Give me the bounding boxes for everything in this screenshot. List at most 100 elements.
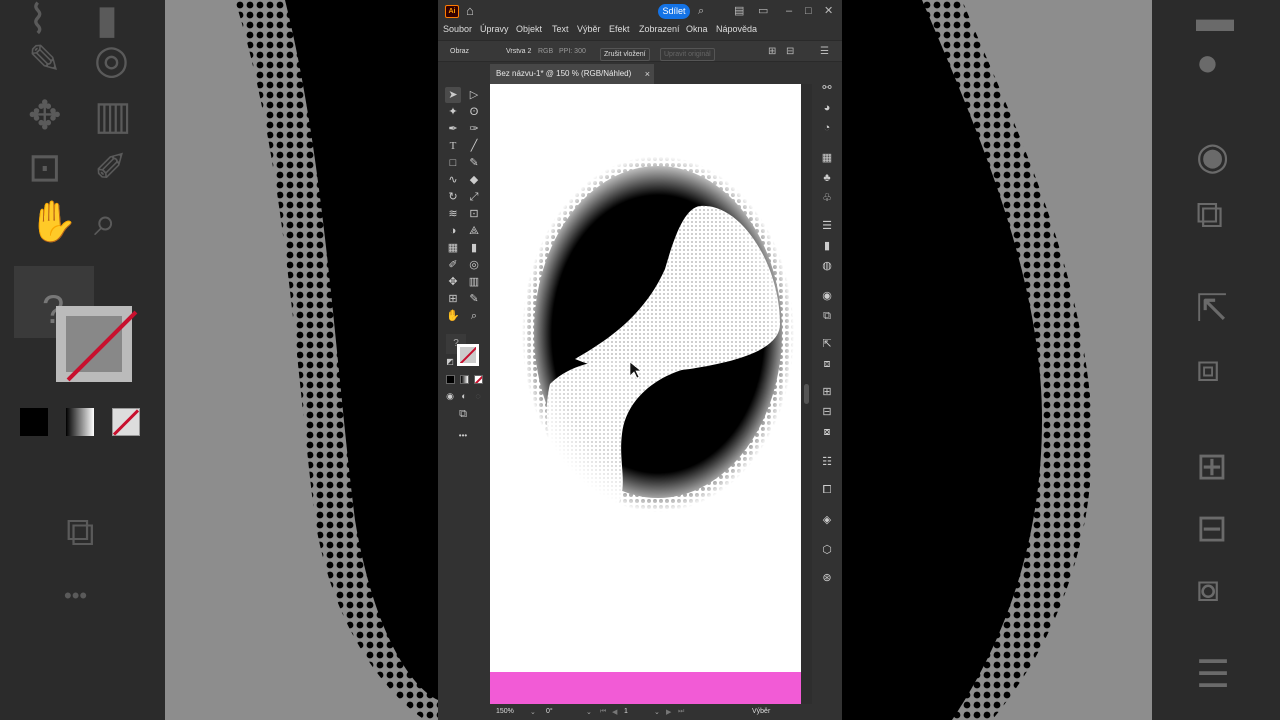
transform-panel-icon[interactable]: ⊞: [819, 384, 835, 400]
stroke-panel-icon[interactable]: ☰: [819, 218, 835, 234]
close-tab-icon[interactable]: ×: [645, 64, 650, 84]
last-artboard-icon[interactable]: ⏭: [678, 708, 684, 716]
selection-tool-icon[interactable]: ➤: [445, 87, 461, 103]
hand-tool-icon[interactable]: ✋: [445, 308, 461, 324]
rotation-dropdown-icon[interactable]: ⌄: [586, 708, 592, 716]
symbols-panel-icon[interactable]: ♧: [819, 190, 835, 206]
shaper-icon[interactable]: ∿: [445, 172, 461, 188]
arrange-icon[interactable]: ⊞: [768, 46, 776, 57]
color-mode-swatch[interactable]: [446, 375, 455, 384]
arrange-documents-icon[interactable]: ▤: [734, 4, 744, 18]
align-panel-icon[interactable]: ⊟: [819, 404, 835, 420]
shape-builder-icon[interactable]: ◑: [445, 223, 461, 239]
perspective-grid-icon[interactable]: ⟁: [466, 223, 482, 239]
pathfinder-panel-icon[interactable]: ⧇: [819, 424, 835, 440]
close-icon[interactable]: ✕: [824, 4, 833, 18]
direct-selection-tool-icon[interactable]: ▷: [466, 87, 482, 103]
eyedropper-icon[interactable]: ✐: [445, 257, 461, 273]
prev-artboard-icon[interactable]: ◀: [612, 708, 617, 716]
search-icon[interactable]: ⌕: [698, 4, 704, 18]
color-guide-icon[interactable]: ◔: [819, 120, 835, 136]
draw-inside-icon[interactable]: ◌: [470, 388, 486, 404]
layers-panel-icon[interactable]: ◈: [819, 512, 835, 528]
menu-select[interactable]: Výběr: [577, 24, 601, 34]
pink-artboard-strip[interactable]: [490, 672, 801, 704]
mesh-icon[interactable]: ▦: [445, 240, 461, 256]
maximize-icon[interactable]: □: [805, 4, 812, 18]
menu-edit[interactable]: Úpravy: [480, 24, 509, 34]
rotation-value[interactable]: 0°: [546, 708, 553, 715]
menu-file[interactable]: Soubor: [443, 24, 472, 34]
warp-icon[interactable]: ≋: [445, 206, 461, 222]
graphic-styles-icon[interactable]: ⧉: [819, 308, 835, 324]
scale-icon[interactable]: ⤢: [466, 189, 482, 205]
share-button[interactable]: Sdílet: [658, 4, 690, 19]
menu-effect[interactable]: Efekt: [609, 24, 630, 34]
next-artboard-icon[interactable]: ▶: [666, 708, 671, 716]
first-artboard-icon[interactable]: ⏮: [600, 708, 606, 716]
zoom-dropdown-icon[interactable]: ⌄: [530, 708, 536, 716]
bg-stroke-swatch: [56, 306, 138, 382]
3d-panel-icon[interactable]: ⬡: [819, 542, 835, 558]
menu-type[interactable]: Text: [552, 24, 569, 34]
menu-window[interactable]: Okna: [686, 24, 708, 34]
vertical-scrollbar[interactable]: [801, 84, 812, 704]
gradient-tool-icon[interactable]: ▮: [466, 240, 482, 256]
properties-panel-icon[interactable]: ☷: [819, 454, 835, 470]
edit-original-button[interactable]: Upravit originál: [660, 48, 715, 61]
artboards-panel-icon[interactable]: ⧈: [819, 356, 835, 372]
artboard-dropdown-icon[interactable]: ⌄: [654, 708, 660, 716]
blend-icon[interactable]: ◎: [466, 257, 482, 273]
slice-icon[interactable]: ✎: [466, 291, 482, 307]
bg-pathfinder2-icon: ⧇: [1196, 568, 1221, 610]
align-icon[interactable]: ⊟: [786, 46, 794, 57]
eraser-icon[interactable]: ◆: [466, 172, 482, 188]
bg-zoom-icon: ⌕: [94, 200, 117, 244]
home-icon[interactable]: ⌂: [466, 4, 480, 18]
document-tab[interactable]: Bez názvu-1* @ 150 % (RGB/Náhled) ×: [490, 64, 654, 84]
magic-wand-icon[interactable]: ✦: [445, 104, 461, 120]
artboard-canvas[interactable]: [490, 84, 801, 704]
appearance-panel-icon[interactable]: ◉: [819, 288, 835, 304]
none-mode-swatch[interactable]: [474, 375, 483, 384]
menu-object[interactable]: Objekt: [516, 24, 542, 34]
gradient-panel-icon[interactable]: ▮: [819, 238, 835, 254]
asset-export-icon[interactable]: ⇱: [819, 336, 835, 352]
line-tool-icon[interactable]: ╱: [466, 138, 482, 154]
artboard-number[interactable]: 1: [624, 708, 628, 715]
links-panel-icon[interactable]: ⧠: [819, 482, 835, 498]
zoom-tool-icon[interactable]: ⌕: [466, 308, 482, 324]
column-graph-icon[interactable]: ▥: [466, 274, 482, 290]
menu-help[interactable]: Nápověda: [716, 24, 757, 34]
rotate-icon[interactable]: ↻: [445, 189, 461, 205]
brushes-panel-icon[interactable]: ♣: [819, 170, 835, 186]
type-tool-icon[interactable]: T: [445, 138, 461, 154]
free-transform-icon[interactable]: ⊡: [466, 206, 482, 222]
stroke-swatch[interactable]: [457, 344, 479, 366]
minimize-icon[interactable]: –: [786, 4, 792, 18]
rectangle-tool-icon[interactable]: □: [445, 155, 461, 171]
control-menu-icon[interactable]: ☰: [820, 46, 829, 57]
default-colors-icon[interactable]: ◩: [442, 354, 458, 370]
screen-mode-icon[interactable]: ⧉: [455, 406, 471, 422]
edit-toolbar-icon[interactable]: •••: [452, 428, 474, 444]
curvature-icon[interactable]: ✑: [466, 121, 482, 137]
symbol-sprayer-icon[interactable]: ✥: [445, 274, 461, 290]
halftone-yin-yang-artwork[interactable]: [490, 84, 801, 672]
layer-name[interactable]: Vrstva 2: [506, 48, 531, 55]
unembed-button[interactable]: Zrušit vložení: [600, 48, 650, 61]
menu-view[interactable]: Zobrazení: [639, 24, 680, 34]
learn-panel-icon[interactable]: ⊛: [819, 570, 835, 586]
zoom-level[interactable]: 150%: [496, 708, 514, 715]
gradient-mode-swatch[interactable]: [460, 375, 469, 384]
libraries-panel-icon[interactable]: ⚯: [819, 80, 835, 96]
paintbrush-icon[interactable]: ✎: [466, 155, 482, 171]
swatches-panel-icon[interactable]: ▦: [819, 150, 835, 166]
lasso-icon[interactable]: ʘ: [466, 104, 482, 120]
scrollbar-thumb[interactable]: [804, 384, 809, 404]
transparency-panel-icon[interactable]: ◍: [819, 258, 835, 274]
artboard-tool-icon[interactable]: ⊞: [445, 291, 461, 307]
panel-layout-icon[interactable]: ▭: [758, 4, 768, 18]
color-panel-icon[interactable]: ◕: [819, 100, 835, 116]
pen-icon[interactable]: ✒: [445, 121, 461, 137]
